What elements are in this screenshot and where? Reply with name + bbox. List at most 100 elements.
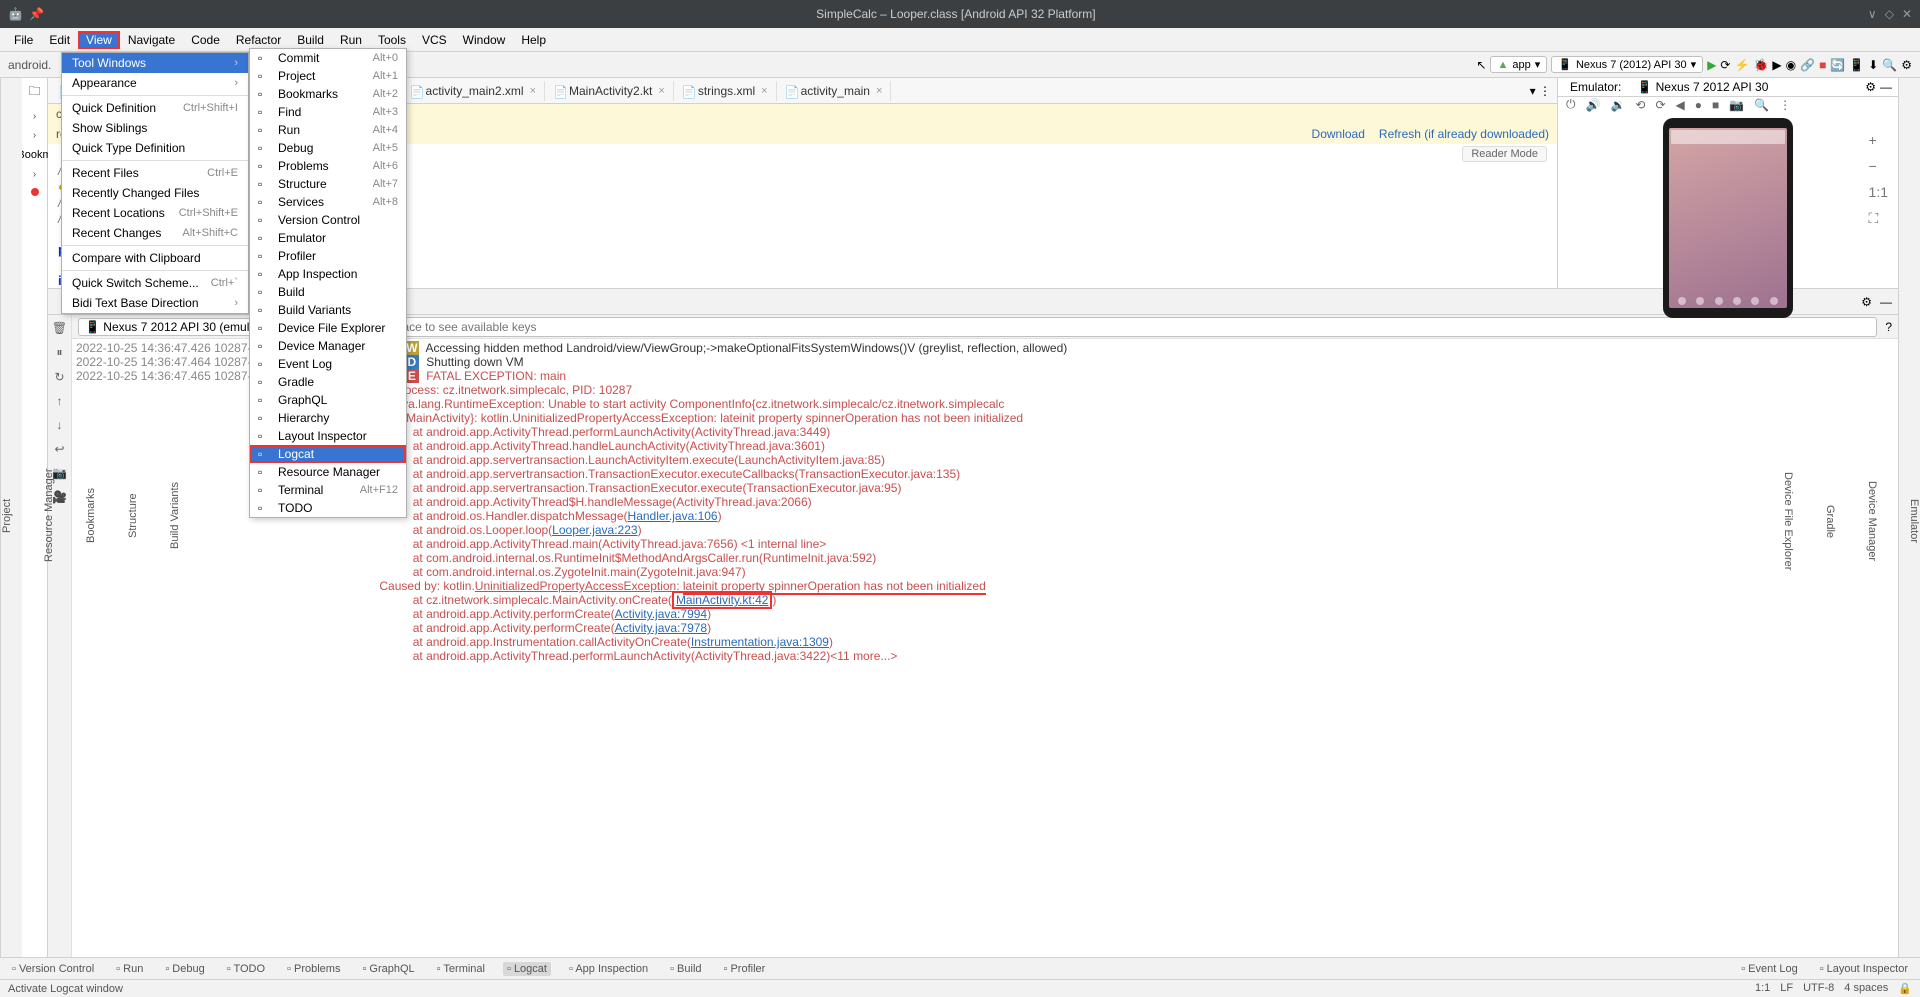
tool-window-item[interactable]: ▫Build [250, 283, 406, 301]
view-menu-item[interactable]: Compare with Clipboard [62, 248, 248, 268]
rail-gradle[interactable]: Gradle [1824, 505, 1836, 538]
emulator-device-tab[interactable]: 📱 Nexus 7 2012 API 30 [1631, 78, 1774, 96]
tool-window-item[interactable]: ▫Profiler [250, 247, 406, 265]
status-encoding[interactable]: UTF-8 [1803, 982, 1834, 995]
editor-tab[interactable]: 📄strings.xml× [674, 81, 777, 101]
gear-icon[interactable]: ⚙ [1865, 80, 1876, 94]
menu-window[interactable]: Window [455, 31, 514, 49]
tool-window-item[interactable]: ▫DebugAlt+5 [250, 139, 406, 157]
close-tab-icon[interactable]: × [530, 85, 536, 97]
device-frame[interactable] [1663, 118, 1793, 318]
menu-tools[interactable]: Tools [370, 31, 414, 49]
bottom-tool-todo[interactable]: ▫ TODO [223, 962, 269, 976]
tabs-overflow-icon[interactable]: ▾ ⋮ [1524, 84, 1557, 98]
bottom-tool-terminal[interactable]: ▫ Terminal [433, 962, 489, 976]
editor-tab[interactable]: 📄activity_main2.xml× [402, 81, 545, 101]
rotate-right-icon[interactable]: ⟳ [1655, 98, 1665, 112]
zoom-fit-icon[interactable]: 1:1 [1869, 184, 1888, 200]
view-menu-item[interactable]: Quick DefinitionCtrl+Shift+I [62, 98, 248, 118]
status-lock-icon[interactable]: 🔒 [1898, 982, 1912, 995]
tool-window-item[interactable]: ▫Build Variants [250, 301, 406, 319]
editor-tab[interactable]: 📄MainActivity2.kt× [545, 81, 674, 101]
editor-tab[interactable]: 📄activity_main× [777, 81, 892, 101]
menu-vcs[interactable]: VCS [414, 31, 455, 49]
rail-device-manager[interactable]: Device Manager [1866, 481, 1878, 561]
volume-down-icon[interactable]: 🔉 [1610, 98, 1625, 112]
coverage-icon[interactable]: ▶ [1772, 58, 1781, 72]
tool-window-item[interactable]: ▫GraphQL [250, 391, 406, 409]
logcat-filter-input[interactable] [337, 317, 1877, 337]
bottom-tool-debug[interactable]: ▫ Debug [161, 962, 208, 976]
bottom-tool-app-inspection[interactable]: ▫ App Inspection [565, 962, 652, 976]
sdk-icon[interactable]: ⬇ [1868, 58, 1878, 72]
tool-window-item[interactable]: ▫Resource Manager [250, 463, 406, 481]
rail-build-variants[interactable]: Build Variants [169, 482, 181, 549]
overview-nav-icon[interactable]: ■ [1712, 98, 1719, 112]
project-tree-icon[interactable]: 🗀 [28, 82, 40, 103]
stop-icon[interactable]: ■ [1819, 58, 1826, 72]
tool-window-item[interactable]: ▫RunAlt+4 [250, 121, 406, 139]
bottom-tool-run[interactable]: ▫ Run [112, 962, 147, 976]
power-icon[interactable]: ⏻ [1566, 97, 1576, 112]
view-menu-item[interactable]: Recent ChangesAlt+Shift+C [62, 223, 248, 243]
scroll-down-icon[interactable]: ↓ [57, 418, 63, 432]
tool-window-item[interactable]: ▫Version Control [250, 211, 406, 229]
close-tab-icon[interactable]: × [876, 85, 882, 97]
view-menu-item[interactable]: Quick Switch Scheme...Ctrl+` [62, 273, 248, 293]
bottom-tool-layout-inspector[interactable]: ▫ Layout Inspector [1816, 962, 1912, 976]
soft-wrap-icon[interactable]: ↩ [54, 442, 64, 456]
back-icon[interactable]: ↖ [1476, 58, 1486, 72]
breakpoint-icon[interactable] [31, 188, 39, 196]
run-config-app[interactable]: ▲app ▾ [1490, 56, 1547, 73]
screenshot-icon[interactable]: 📷 [1729, 98, 1744, 112]
tool-window-item[interactable]: ▫BookmarksAlt+2 [250, 85, 406, 103]
view-menu-item[interactable]: Show Siblings [62, 118, 248, 138]
breadcrumb[interactable]: android. [8, 58, 51, 72]
restart-log-icon[interactable]: ↻ [54, 370, 64, 384]
tree-node-icon[interactable]: › [33, 130, 36, 141]
tool-window-item[interactable]: ▫Layout Inspector [250, 427, 406, 445]
pin-icon[interactable]: 📌 [29, 7, 44, 21]
tool-window-item[interactable]: ▫Event Log [250, 355, 406, 373]
refresh-link[interactable]: Refresh (if already downloaded) [1379, 127, 1549, 141]
view-menu-item[interactable]: Appearance› [62, 73, 248, 93]
sync-icon[interactable]: 🔄 [1830, 58, 1845, 72]
scroll-up-icon[interactable]: ↑ [57, 394, 63, 408]
bottom-tool-problems[interactable]: ▫ Problems [283, 962, 344, 976]
tool-window-item[interactable]: ▫ServicesAlt+8 [250, 193, 406, 211]
view-menu-item[interactable]: Recent LocationsCtrl+Shift+E [62, 203, 248, 223]
rail-emulator[interactable]: Emulator [1908, 499, 1920, 543]
filter-help-icon[interactable]: ? [1885, 320, 1892, 334]
tool-window-item[interactable]: ▫StructureAlt+7 [250, 175, 406, 193]
apply-changes-icon[interactable]: ⟳ [1720, 58, 1730, 72]
bottom-tool-version-control[interactable]: ▫ Version Control [8, 962, 98, 976]
minimize-icon[interactable]: ∨ [1868, 7, 1877, 21]
rail-bookmarks[interactable]: Bookmarks [85, 488, 97, 543]
menu-code[interactable]: Code [183, 31, 228, 49]
close-tab-icon[interactable]: × [761, 85, 767, 97]
view-menu-item[interactable]: Recently Changed Files [62, 183, 248, 203]
menu-run[interactable]: Run [332, 31, 370, 49]
tree-node-icon[interactable]: › [33, 111, 36, 122]
attach-debugger-icon[interactable]: 🔗 [1800, 58, 1815, 72]
tool-window-item[interactable]: ▫FindAlt+3 [250, 103, 406, 121]
settings-icon[interactable]: ⚙ [1901, 58, 1912, 72]
menu-file[interactable]: File [6, 31, 41, 49]
clear-log-icon[interactable]: 🗑 [52, 321, 67, 335]
menu-refactor[interactable]: Refactor [228, 31, 289, 49]
view-menu-item[interactable]: Recent FilesCtrl+E [62, 163, 248, 183]
rail-device-file-explorer[interactable]: Device File Explorer [1782, 472, 1794, 570]
minimize-panel-icon[interactable]: — [1880, 80, 1892, 94]
view-menu-item[interactable]: Tool Windows› [62, 53, 248, 73]
back-nav-icon[interactable]: ◀ [1676, 98, 1685, 112]
volume-up-icon[interactable]: 🔊 [1586, 98, 1601, 112]
profile-icon[interactable]: ◉ [1786, 58, 1796, 72]
download-link[interactable]: Download [1312, 127, 1365, 141]
rail-project[interactable]: Project [1, 498, 13, 532]
zoom-out-icon[interactable]: − [1869, 158, 1888, 174]
tool-window-item[interactable]: ▫ProblemsAlt+6 [250, 157, 406, 175]
avd-icon[interactable]: 📱 [1849, 58, 1864, 72]
run-config-device[interactable]: 📱 Nexus 7 (2012) API 30 ▾ [1551, 56, 1703, 73]
menu-navigate[interactable]: Navigate [120, 31, 183, 49]
status-line-ending[interactable]: LF [1780, 982, 1793, 995]
